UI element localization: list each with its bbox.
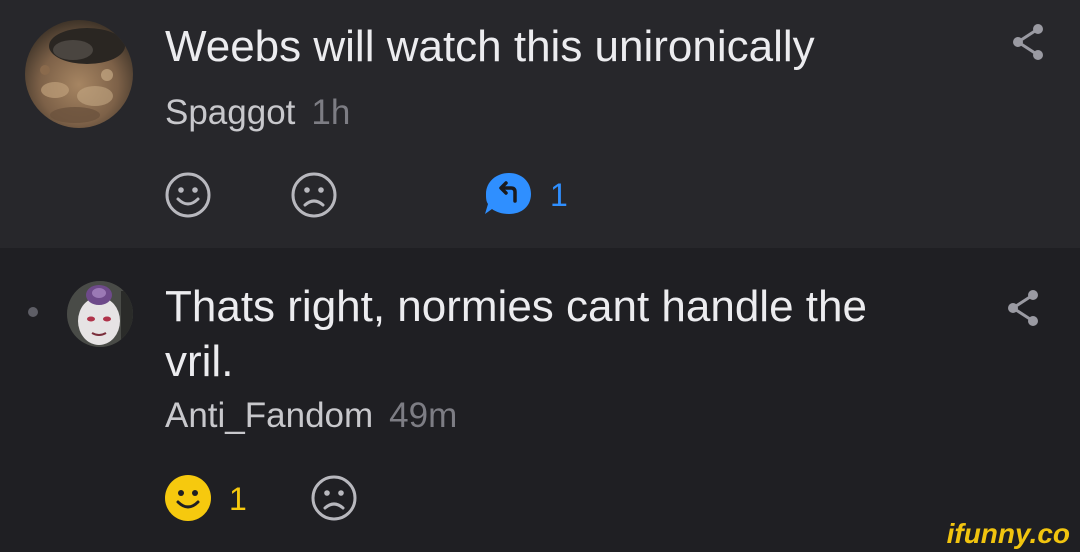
avatar[interactable] xyxy=(67,281,133,347)
avatar[interactable] xyxy=(25,20,133,128)
comment-text: Thats right, normies cant handle the vri… xyxy=(165,279,867,389)
unsmile-icon xyxy=(311,475,357,521)
comment-text: Weebs will watch this unironically xyxy=(165,22,815,71)
comment-text-line: vril. xyxy=(165,337,234,386)
frieza-avatar xyxy=(67,281,133,347)
reply-icon xyxy=(485,173,531,214)
watermark-logo: ifunny.co xyxy=(946,518,1070,549)
reply-count: 1 xyxy=(550,177,568,213)
thread-indicator xyxy=(28,307,38,317)
unsmile-button[interactable] xyxy=(290,171,338,219)
unsmile-button[interactable] xyxy=(310,474,358,522)
author-name[interactable]: Anti_Fandom xyxy=(165,396,373,435)
smile-button[interactable] xyxy=(164,171,212,219)
reply-button[interactable] xyxy=(484,170,534,218)
comment-meta: Spaggot 1h xyxy=(165,93,350,133)
share-button[interactable] xyxy=(1005,288,1041,328)
comment-text-line: Thats right, normies cant handle the xyxy=(165,282,867,331)
share-button[interactable] xyxy=(1010,22,1046,62)
comment-1: Weebs will watch this unironically Spagg… xyxy=(0,0,1080,248)
author-name[interactable]: Spaggot xyxy=(165,93,295,132)
smile-button[interactable] xyxy=(164,474,212,522)
timestamp: 49m xyxy=(389,396,458,435)
smile-icon xyxy=(165,172,211,218)
timestamp: 1h xyxy=(311,93,351,132)
smile-count: 1 xyxy=(229,481,247,517)
dirt-texture-avatar xyxy=(25,20,133,128)
share-icon xyxy=(1013,24,1043,60)
smile-icon xyxy=(165,475,211,521)
unsmile-icon xyxy=(291,172,337,218)
share-icon xyxy=(1008,290,1038,326)
comment-meta: Anti_Fandom 49m xyxy=(165,396,457,436)
